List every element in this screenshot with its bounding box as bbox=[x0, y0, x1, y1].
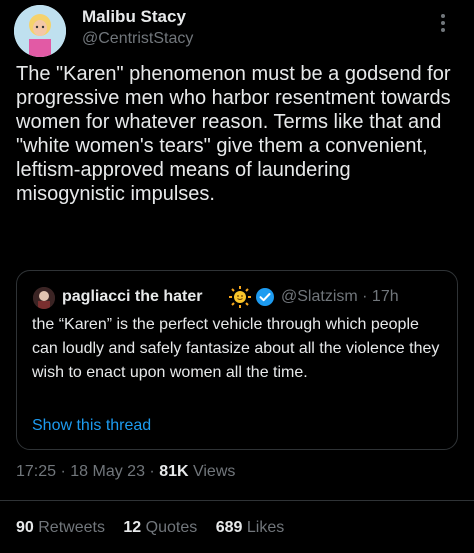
quotes-count: 12 bbox=[123, 519, 142, 536]
tweet-stats: 90 Retweets 12 Quotes 689 Likes bbox=[16, 519, 298, 537]
quotes-stat[interactable]: 12 Quotes bbox=[123, 519, 197, 536]
avatar-illustration-icon bbox=[14, 5, 66, 57]
show-thread-link[interactable]: Show this thread bbox=[32, 417, 151, 435]
author-handle[interactable]: @CentristStacy bbox=[82, 30, 193, 48]
tweet-text: The "Karen" phenomenon must be a godsend… bbox=[16, 63, 451, 205]
quoted-avatar[interactable] bbox=[33, 287, 55, 309]
retweets-label: Retweets bbox=[38, 519, 105, 536]
verified-badge-icon bbox=[256, 288, 274, 306]
quoted-author-name[interactable]: pagliacci the hater bbox=[62, 288, 203, 306]
quoted-tweet[interactable]: pagliacci the hater @Slatzism · 17h the … bbox=[16, 270, 458, 450]
retweets-count: 90 bbox=[16, 519, 34, 536]
sun-emoji-icon bbox=[229, 286, 251, 308]
views-label: Views bbox=[188, 463, 236, 480]
quoted-text: the “Karen” is the perfect vehicle throu… bbox=[32, 316, 440, 381]
tweet-meta: 17:25 · 18 May 23 · 81K Views bbox=[16, 463, 235, 481]
author-name[interactable]: Malibu Stacy bbox=[82, 7, 186, 27]
timestamp[interactable]: 17:25 · 18 May 23 · bbox=[16, 463, 159, 480]
views-count: 81K bbox=[159, 463, 189, 480]
likes-label: Likes bbox=[246, 519, 285, 536]
likes-count: 689 bbox=[215, 519, 243, 536]
divider bbox=[0, 500, 474, 501]
quoted-avatar-icon bbox=[33, 287, 55, 309]
author-avatar[interactable] bbox=[14, 5, 66, 57]
quoted-handle-time[interactable]: @Slatzism · 17h bbox=[281, 288, 399, 306]
more-options-icon[interactable] bbox=[432, 12, 454, 34]
retweets-stat[interactable]: 90 Retweets bbox=[16, 519, 105, 536]
likes-stat[interactable]: 689 Likes bbox=[216, 519, 285, 536]
quotes-label: Quotes bbox=[145, 519, 198, 536]
